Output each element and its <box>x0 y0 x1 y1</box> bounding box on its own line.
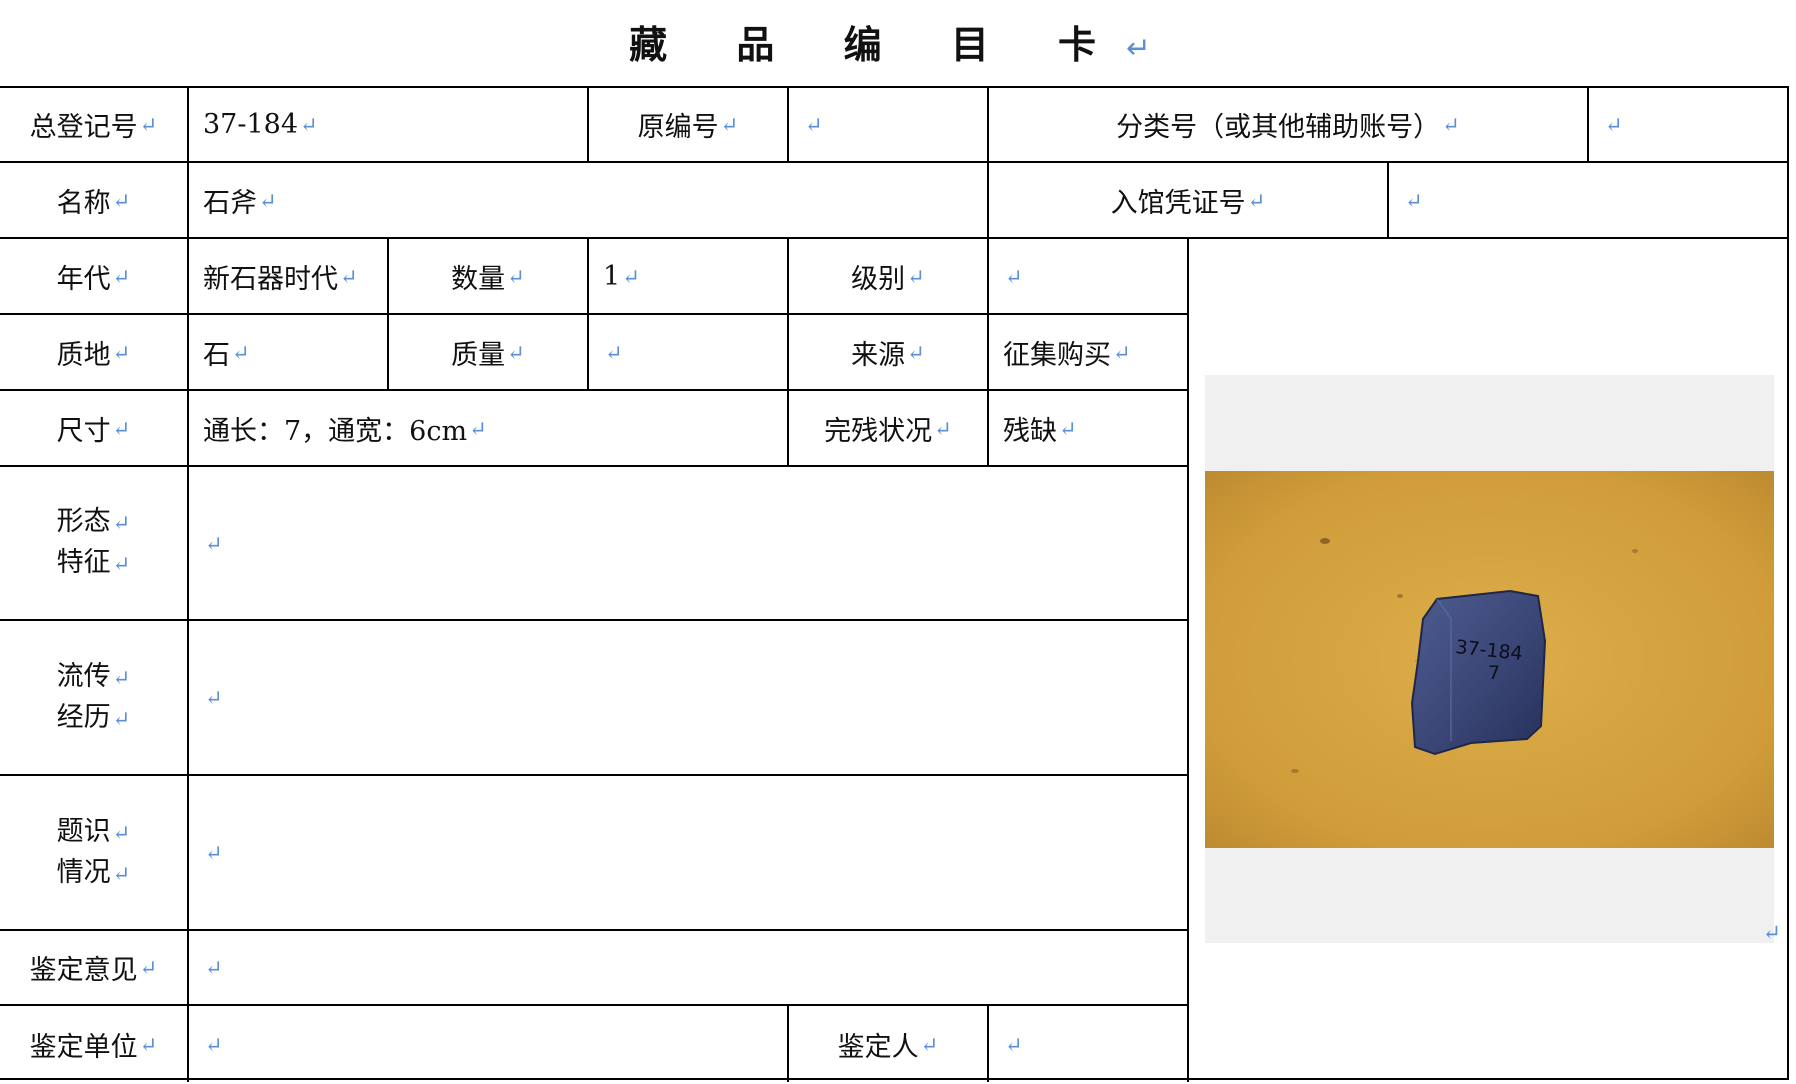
qty-label: 数量 ↵ <box>389 239 589 315</box>
appraisal-opinion-label: 鉴定意见 ↵ <box>0 931 189 1006</box>
appraisal-unit-value[interactable]: ↵ <box>189 1006 789 1082</box>
reg-no-value[interactable]: 37-184 ↵ <box>189 88 589 163</box>
material-value[interactable]: 石 ↵ <box>189 315 389 391</box>
class-no-label: 分类号（或其他辅助账号） ↵ <box>989 88 1589 163</box>
material-label: 质地 ↵ <box>0 315 189 391</box>
size-label: 尺寸 ↵ <box>0 391 189 467</box>
qty-value[interactable]: 1 ↵ <box>589 239 789 315</box>
appraisal-unit-label: 鉴定单位 ↵ <box>0 1006 189 1082</box>
appraisal-opinion-value[interactable]: ↵ <box>189 931 1189 1006</box>
appraiser-value[interactable]: ↵ <box>989 1006 1189 1082</box>
inscription-value[interactable]: ↵ <box>189 776 1189 931</box>
size-value[interactable]: 通长：7，通宽：6cm ↵ <box>189 391 789 467</box>
appraiser-label: 鉴定人 ↵ <box>789 1006 989 1082</box>
voucher-label: 入馆凭证号 ↵ <box>989 163 1389 239</box>
name-label: 名称 ↵ <box>0 163 189 239</box>
stone-axe-shape <box>1410 589 1547 756</box>
inscription-label: 题识↵ 情况↵ <box>0 776 189 931</box>
grade-label: 级别 ↵ <box>789 239 989 315</box>
mass-value[interactable]: ↵ <box>589 315 789 391</box>
card-title: 藏 品 编 目 卡↵ <box>629 23 1151 67</box>
paragraph-mark: ↵ <box>1762 921 1781 946</box>
form-features-value[interactable]: ↵ <box>189 467 1189 621</box>
provenance-label: 流传↵ 经历↵ <box>0 621 189 776</box>
class-no-value[interactable]: ↵ <box>1589 88 1789 163</box>
artifact-photo-cell: 37-184 7 ↵ <box>1189 239 1789 1082</box>
source-label: 来源 ↵ <box>789 315 989 391</box>
catalog-card-table: 总登记号 ↵ 37-184 ↵ 原编号 ↵ ↵ 分类号（或其他辅助账号） ↵ ↵ 名称 ↵… <box>0 86 1789 1082</box>
condition-label: 完残状况 ↵ <box>789 391 989 467</box>
reg-no-label: 总登记号 ↵ <box>0 88 189 163</box>
era-value[interactable]: 新石器时代 ↵ <box>189 239 389 315</box>
name-value[interactable]: 石斧 ↵ <box>189 163 989 239</box>
orig-no-value[interactable]: ↵ <box>789 88 989 163</box>
axe-marking-digit: 7 <box>1488 662 1500 684</box>
source-value[interactable]: 征集购买 ↵ <box>989 315 1189 391</box>
provenance-value[interactable]: ↵ <box>189 621 1189 776</box>
stone-axe-photo: 37-184 7 <box>1205 471 1774 848</box>
condition-value[interactable]: 残缺 ↵ <box>989 391 1189 467</box>
artifact-photo[interactable]: 37-184 7 <box>1205 375 1774 943</box>
orig-no-label: 原编号 ↵ <box>589 88 789 163</box>
era-label: 年代 ↵ <box>0 239 189 315</box>
mass-label: 质量 ↵ <box>389 315 589 391</box>
voucher-value[interactable]: ↵ <box>1389 163 1789 239</box>
grade-value[interactable]: ↵ <box>989 239 1189 315</box>
form-features-label: 形态↵ 特征↵ <box>0 467 189 621</box>
